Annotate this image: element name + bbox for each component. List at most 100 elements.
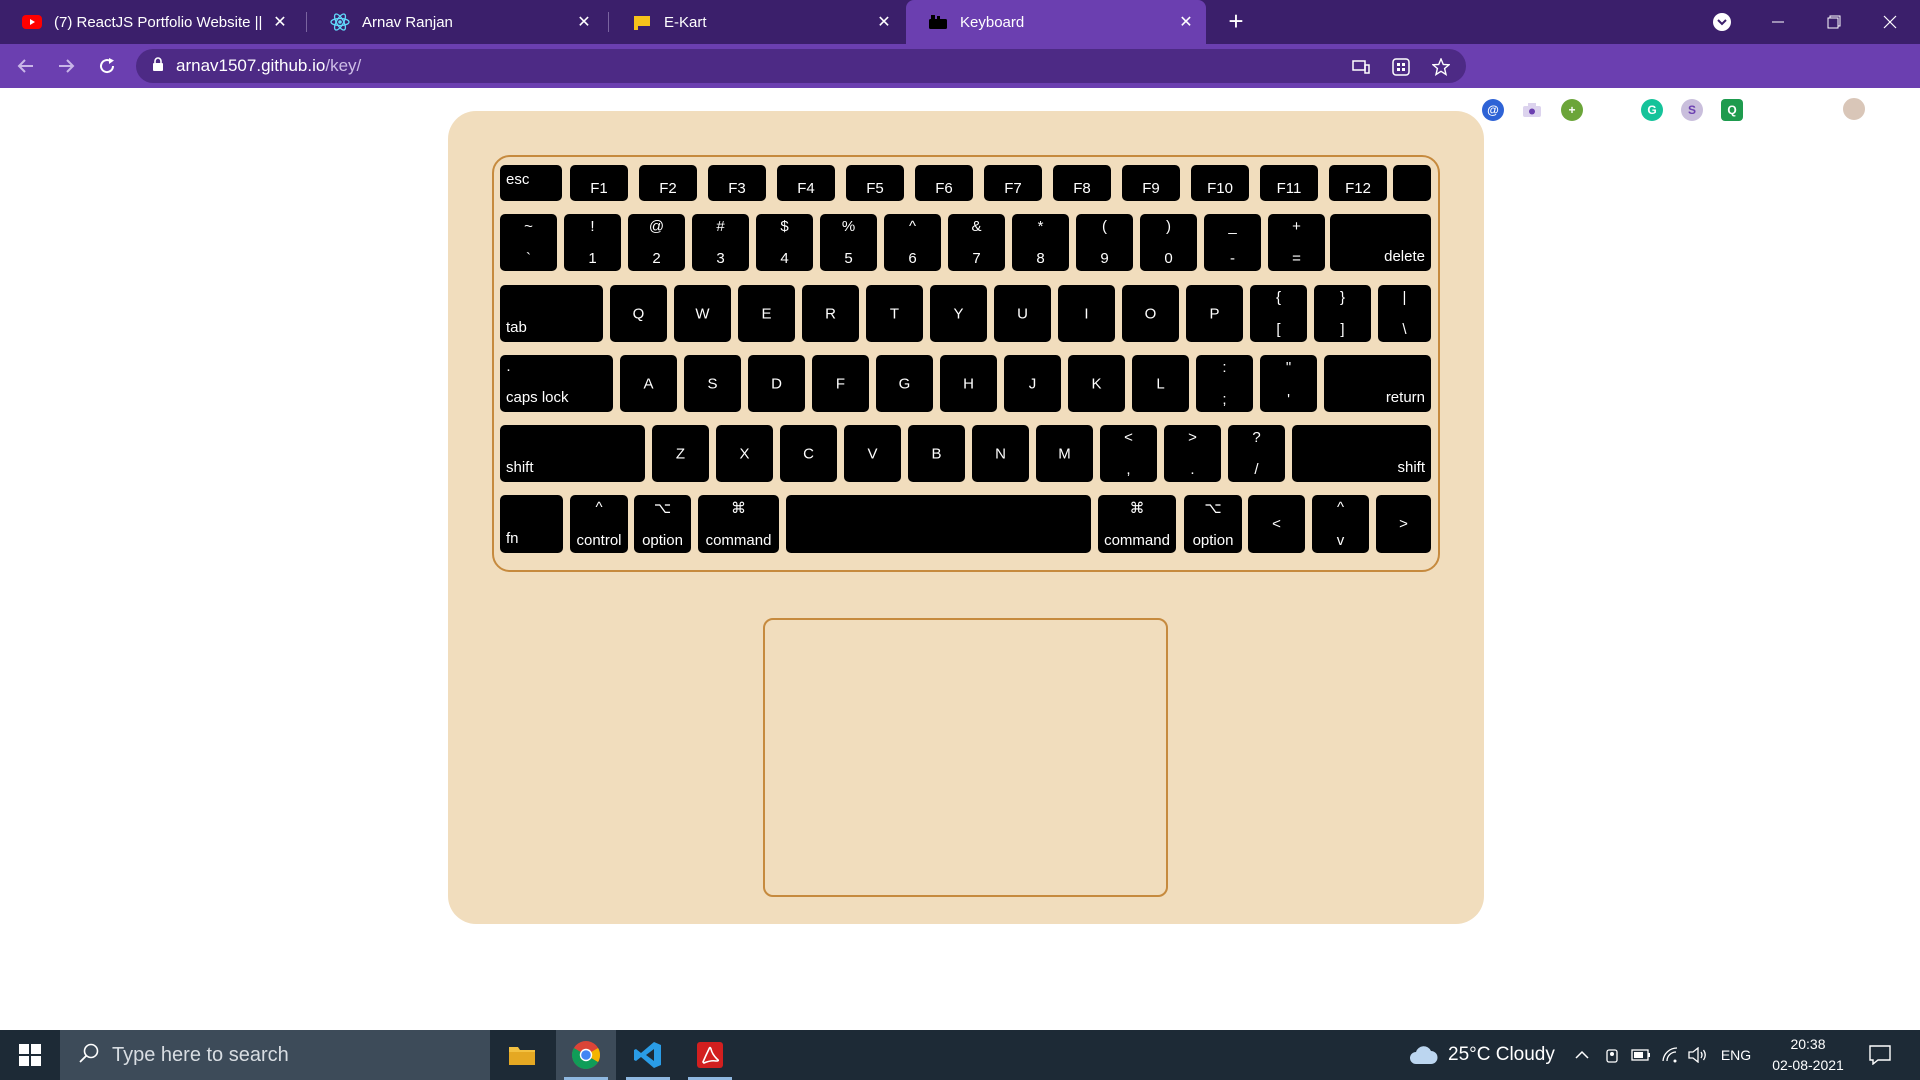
react-devtools-icon[interactable] [1601, 99, 1623, 121]
new-tab-button[interactable]: + [1222, 8, 1250, 36]
more-menu-icon[interactable] [1886, 98, 1898, 122]
volume-icon[interactable] [1684, 1030, 1712, 1080]
key-q[interactable]: Q [610, 285, 667, 342]
key-f[interactable]: F [812, 355, 869, 412]
tab-search-button[interactable] [1694, 0, 1750, 44]
key-6[interactable]: ^ 6 [884, 214, 941, 271]
key-tab[interactable]: tab [500, 285, 603, 342]
avatar[interactable] [1841, 96, 1867, 122]
acrobat-icon[interactable] [680, 1030, 740, 1080]
cast-icon[interactable] [1352, 58, 1370, 76]
bookmark-star-icon[interactable] [1432, 58, 1450, 76]
tab-youtube[interactable]: (7) ReactJS Portfolio Website || Co ✕ [0, 0, 300, 44]
key-option[interactable]: ⌥ option [634, 495, 691, 553]
close-icon[interactable]: ✕ [1174, 10, 1198, 34]
key-symbol[interactable]: ~ ` [500, 214, 557, 271]
close-window-button[interactable] [1862, 0, 1918, 44]
camera-extension-icon[interactable] [1521, 99, 1543, 121]
chrome-icon[interactable] [556, 1030, 616, 1080]
wifi-icon[interactable] [1656, 1030, 1684, 1080]
key-symbol[interactable]: + = [1268, 214, 1325, 271]
key-b[interactable]: B [908, 425, 965, 482]
key-2[interactable]: @2 [628, 214, 685, 271]
key-f1[interactable]: F1 [570, 165, 628, 201]
key-v[interactable]: ^ v [1312, 495, 1369, 553]
key-e[interactable]: E [738, 285, 795, 342]
key-esc[interactable]: esc [500, 165, 562, 201]
file-explorer-icon[interactable] [492, 1030, 552, 1080]
key-o[interactable]: O [1122, 285, 1179, 342]
key-t[interactable]: T [866, 285, 923, 342]
key-8[interactable]: * 8 [1012, 214, 1069, 271]
key-x[interactable]: X [716, 425, 773, 482]
key-symbol[interactable]: :; [1196, 355, 1253, 412]
key-command[interactable]: ⌘ command [698, 495, 779, 553]
key-0[interactable]: ) 0 [1140, 214, 1197, 271]
plus-extension-icon[interactable]: + [1561, 99, 1583, 121]
key-shift[interactable]: shift [1292, 425, 1431, 482]
key-f3[interactable]: F3 [708, 165, 766, 201]
key-symbol[interactable]: > [1376, 495, 1431, 553]
taskbar-search[interactable]: Type here to search [60, 1030, 490, 1080]
close-icon[interactable]: ✕ [872, 10, 896, 34]
key-i[interactable]: I [1058, 285, 1115, 342]
key-command[interactable]: ⌘ command [1098, 495, 1176, 553]
key-f5[interactable]: F5 [846, 165, 904, 201]
back-button[interactable] [12, 52, 40, 80]
key-1[interactable]: ! 1 [564, 214, 621, 271]
key-n[interactable]: N [972, 425, 1029, 482]
key-f2[interactable]: F2 [639, 165, 697, 201]
reload-button[interactable] [93, 52, 121, 80]
key-f6[interactable]: F6 [915, 165, 973, 201]
tab-ekart[interactable]: E-Kart ✕ [610, 0, 904, 44]
key-return[interactable]: return [1324, 355, 1431, 412]
key-a[interactable]: A [620, 355, 677, 412]
key-k[interactable]: K [1068, 355, 1125, 412]
forward-button[interactable] [52, 52, 80, 80]
key-symbol[interactable]: {[ [1250, 285, 1307, 342]
key-f9[interactable]: F9 [1122, 165, 1180, 201]
key-5[interactable]: % 5 [820, 214, 877, 271]
key-symbol[interactable]: <, [1100, 425, 1157, 482]
notification-icon[interactable] [1862, 1030, 1898, 1080]
address-bar[interactable]: arnav1507.github.io/key/ [136, 49, 1466, 83]
key-option[interactable]: ⌥ option [1184, 495, 1242, 553]
puzzle-extensions-icon[interactable] [1761, 99, 1783, 121]
swirl-extension-icon[interactable]: S [1681, 99, 1703, 121]
reading-list-icon[interactable] [1800, 99, 1822, 121]
key-l[interactable]: L [1132, 355, 1189, 412]
key-f7[interactable]: F7 [984, 165, 1042, 201]
key-f10[interactable]: F10 [1191, 165, 1249, 201]
key-shift[interactable]: shift [500, 425, 645, 482]
key-space[interactable] [786, 495, 1091, 553]
vscode-icon[interactable] [618, 1030, 678, 1080]
key-c[interactable]: C [780, 425, 837, 482]
key-f12[interactable]: F12 [1329, 165, 1387, 201]
meet-now-icon[interactable] [1598, 1030, 1626, 1080]
key-delete[interactable]: delete [1330, 214, 1431, 271]
key-9[interactable]: (9 [1076, 214, 1133, 271]
key-f4[interactable]: F4 [777, 165, 835, 201]
tab-arnav-ranjan[interactable]: Arnav Ranjan ✕ [308, 0, 604, 44]
tab-keyboard[interactable]: Keyboard ✕ [906, 0, 1206, 44]
key-g[interactable]: G [876, 355, 933, 412]
key-f8[interactable]: F8 [1053, 165, 1111, 201]
key-symbol[interactable]: | \ [1378, 285, 1431, 342]
key-h[interactable]: H [940, 355, 997, 412]
key-s[interactable]: S [684, 355, 741, 412]
key-3[interactable]: #3 [692, 214, 749, 271]
key-symbol[interactable]: _ - [1204, 214, 1261, 271]
close-icon[interactable]: ✕ [268, 10, 292, 34]
key-d[interactable]: D [748, 355, 805, 412]
key-j[interactable]: J [1004, 355, 1061, 412]
close-icon[interactable]: ✕ [572, 10, 596, 34]
key-power[interactable] [1393, 165, 1431, 201]
key-p[interactable]: P [1186, 285, 1243, 342]
key-f11[interactable]: F11 [1260, 165, 1318, 201]
qr-code-icon[interactable] [1392, 58, 1410, 76]
key-symbol[interactable]: ? / [1228, 425, 1285, 482]
key-m[interactable]: M [1036, 425, 1093, 482]
system-clock[interactable]: 20:38 02-08-2021 [1758, 1034, 1858, 1076]
key-4[interactable]: $4 [756, 214, 813, 271]
key-caps-lock[interactable]: · caps lock [500, 355, 613, 412]
